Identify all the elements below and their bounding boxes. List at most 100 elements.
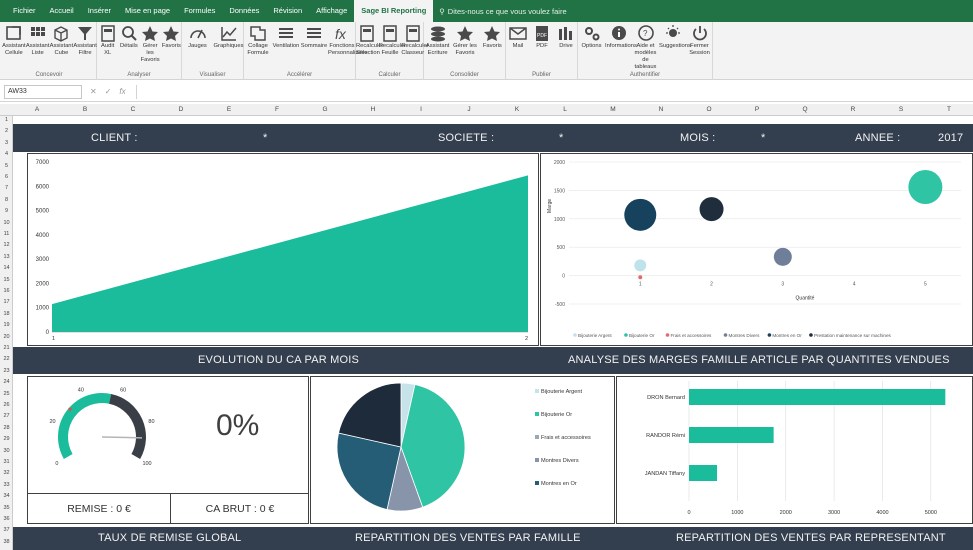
ribbon-button-assistant-cube[interactable]: Assistant Cube	[50, 24, 74, 57]
column-header-n[interactable]: N	[637, 104, 685, 116]
column-header-a[interactable]: A	[13, 104, 61, 116]
row-header[interactable]: 21	[0, 344, 13, 352]
dashboard-sheet[interactable]: CLIENT : * SOCIETE : * MOIS : * ANNEE : …	[13, 116, 973, 550]
row-header[interactable]: 14	[0, 264, 13, 272]
column-header-r[interactable]: R	[829, 104, 877, 116]
enter-icon[interactable]: ✓	[105, 87, 112, 96]
rep-chart-panel[interactable]: 0 1000 2000 3000 4000 5000 DRON Bernard RANDOR …	[616, 376, 973, 524]
column-header-j[interactable]: J	[445, 104, 493, 116]
row-header[interactable]: 10	[0, 219, 13, 227]
ribbon-button-suggestions[interactable]: Suggestions	[659, 24, 691, 50]
function-icon[interactable]: fx	[119, 87, 125, 96]
ribbon-button-recalculer-classeur[interactable]: Recalculer Classeur	[401, 24, 429, 57]
ribbon-button-favoris[interactable]: Favoris	[161, 24, 182, 50]
row-header[interactable]: 8	[0, 196, 13, 204]
row-header[interactable]: 35	[0, 504, 13, 512]
name-box[interactable]: AW33	[4, 84, 82, 99]
ca-chart-panel[interactable]: 0 1000 2000 3000 4000 5000 6000 7000 1 2	[27, 153, 539, 346]
ribbon-button-ventilation[interactable]: Ventilation	[272, 24, 300, 50]
ribbon-button-g-rer-les-favoris[interactable]: Gérer les Favoris	[451, 24, 478, 57]
row-header[interactable]: 17	[0, 298, 13, 306]
mois-value[interactable]: *	[761, 124, 765, 152]
ribbon-button-collage-formule[interactable]: Collage Formule	[244, 24, 272, 57]
ribbon-button-pdf[interactable]: PDF PDF	[530, 24, 554, 50]
row-header[interactable]: 27	[0, 412, 13, 420]
row-header[interactable]: 3	[0, 139, 13, 147]
row-header[interactable]: 7	[0, 184, 13, 192]
ribbon-button-fermer-session[interactable]: Fermer Session	[686, 24, 713, 57]
ribbon-button-fonctions-personnalis-es[interactable]: fx Fonctions Personnalisées	[328, 24, 368, 57]
row-header[interactable]: 4	[0, 150, 13, 158]
marges-chart-panel[interactable]: -500 0 500 1000 1500 2000 1 2 3 4 5 Quantité Marge Bi…	[540, 153, 973, 346]
row-header[interactable]: 33	[0, 481, 13, 489]
row-header[interactable]: 20	[0, 333, 13, 341]
row-header[interactable]: 15	[0, 276, 13, 284]
column-header-k[interactable]: K	[493, 104, 541, 116]
column-header-p[interactable]: P	[733, 104, 781, 116]
ribbon-button-aide-et-mod-les-de-tableaux[interactable]: ? Aide et modèles de tableaux	[632, 24, 659, 71]
row-header[interactable]: 6	[0, 173, 13, 181]
row-header[interactable]: 12	[0, 241, 13, 249]
row-header[interactable]: 5	[0, 162, 13, 170]
ribbon-button-assistant-filtre[interactable]: Assistant Filtre	[73, 24, 97, 57]
row-header[interactable]: 38	[0, 538, 13, 546]
column-header-h[interactable]: H	[349, 104, 397, 116]
row-header[interactable]: 36	[0, 515, 13, 523]
cancel-icon[interactable]: ✕	[90, 87, 97, 96]
ribbon-button-assistant-ecriture[interactable]: Assistant Ecriture	[424, 24, 451, 57]
row-header[interactable]: 29	[0, 435, 13, 443]
column-header-d[interactable]: D	[157, 104, 205, 116]
tab-accueil[interactable]: Accueil	[43, 0, 81, 22]
tell-me-box[interactable]: ⚲ Dites-nous ce que vous voulez faire	[439, 7, 566, 16]
gauge-panel[interactable]: 0 20 40 60 80 100 0% REMISE : 0 € CA BRUT : 0…	[27, 376, 309, 524]
row-header[interactable]: 22	[0, 355, 13, 363]
row-header[interactable]: 24	[0, 378, 13, 386]
column-header-m[interactable]: M	[589, 104, 637, 116]
row-header[interactable]: 9	[0, 207, 13, 215]
column-header-b[interactable]: B	[61, 104, 109, 116]
ribbon-button-drive[interactable]: Drive	[554, 24, 578, 50]
column-header-o[interactable]: O	[685, 104, 733, 116]
tab-fichier[interactable]: Fichier	[6, 0, 43, 22]
tab-r-vision[interactable]: Révision	[266, 0, 309, 22]
societe-value[interactable]: *	[559, 124, 563, 152]
column-header-i[interactable]: I	[397, 104, 445, 116]
row-header[interactable]: 37	[0, 526, 13, 534]
ribbon-button-sommaire[interactable]: Sommaire	[300, 24, 328, 50]
row-header[interactable]: 30	[0, 447, 13, 455]
client-value[interactable]: *	[263, 124, 267, 152]
tab-mise-en-page[interactable]: Mise en page	[118, 0, 177, 22]
ribbon-button-recalculer-feuille[interactable]: Recalculer Feuille	[379, 24, 406, 57]
ribbon-button-g-rer-les-favoris[interactable]: Gérer les Favoris	[140, 24, 161, 64]
ribbon-button-informations[interactable]: Informations	[605, 24, 637, 50]
row-header[interactable]: 18	[0, 310, 13, 318]
column-header-t[interactable]: T	[925, 104, 973, 116]
annee-value[interactable]: 2017	[938, 124, 963, 152]
ribbon-button-assistant-liste[interactable]: Assistant Liste	[26, 24, 50, 57]
column-header-l[interactable]: L	[541, 104, 589, 116]
column-header-f[interactable]: F	[253, 104, 301, 116]
row-header[interactable]: 34	[0, 492, 13, 500]
pie-chart-panel[interactable]: Bijouterie Argent Bijouterie Or Frais et a…	[310, 376, 615, 524]
ribbon-button-graphiques[interactable]: Graphiques	[213, 24, 244, 50]
row-header[interactable]: 25	[0, 390, 13, 398]
column-header-c[interactable]: C	[109, 104, 157, 116]
row-header[interactable]: 1	[0, 116, 13, 124]
row-header[interactable]: 13	[0, 253, 13, 261]
ribbon-button-recalculer-s-lection[interactable]: Recalculer Sélection	[356, 24, 383, 57]
column-header-e[interactable]: E	[205, 104, 253, 116]
ribbon-button-favoris[interactable]: Favoris	[479, 24, 506, 50]
ribbon-button-d-tails[interactable]: Détails	[118, 24, 139, 50]
ribbon-button-jauges[interactable]: Jauges	[182, 24, 213, 50]
row-header[interactable]: 26	[0, 401, 13, 409]
ribbon-button-audit-xl[interactable]: Audit XL	[97, 24, 118, 57]
tab-sage-bi-reporting[interactable]: Sage BI Reporting	[354, 0, 434, 22]
ribbon-button-options[interactable]: Options	[578, 24, 605, 50]
row-header[interactable]: 16	[0, 287, 13, 295]
row-header[interactable]: 19	[0, 321, 13, 329]
row-header[interactable]: 32	[0, 469, 13, 477]
ribbon-button-mail[interactable]: Mail	[506, 24, 530, 50]
row-header[interactable]: 28	[0, 424, 13, 432]
row-header[interactable]: 31	[0, 458, 13, 466]
column-header-s[interactable]: S	[877, 104, 925, 116]
